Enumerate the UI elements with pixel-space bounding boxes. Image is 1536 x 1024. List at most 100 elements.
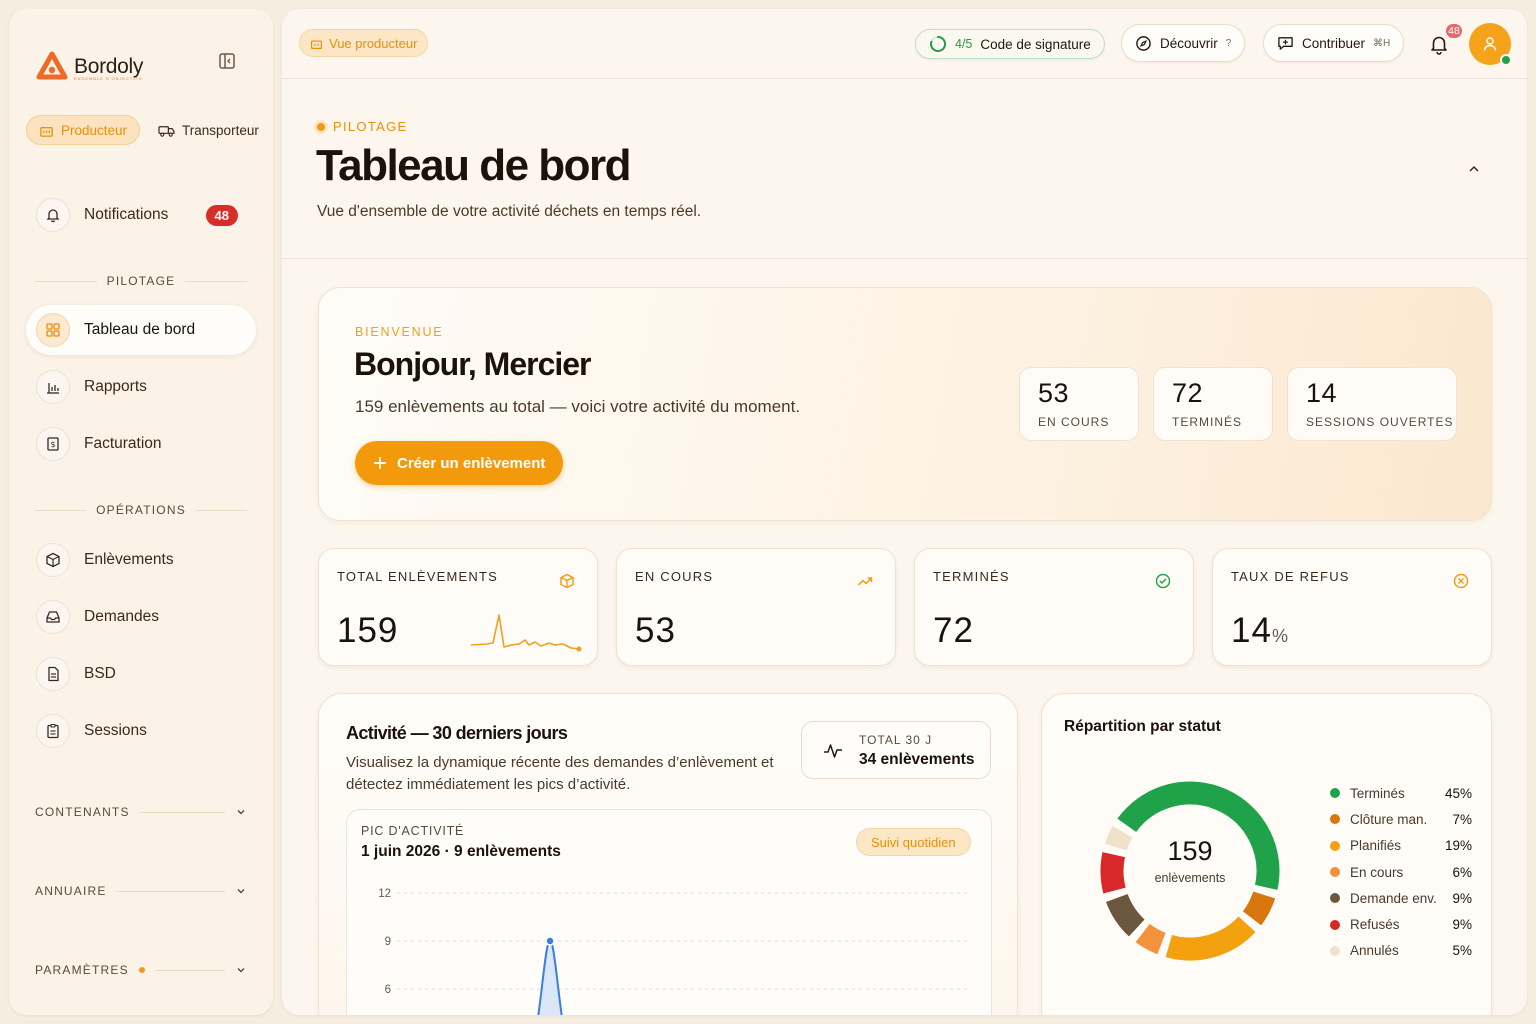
brand-logo[interactable]: Bordoly ENSEMBLE D'OBJECTIFS — [36, 51, 143, 83]
kpi-value: 159 — [337, 611, 399, 650]
legend-swatch — [1330, 788, 1340, 799]
sidebar-item-label: Notifications — [84, 206, 169, 223]
donut-slice[interactable] — [1134, 922, 1167, 956]
inbox-icon — [36, 600, 70, 634]
sidebar-item-tableau-de-bord[interactable]: Tableau de bord — [26, 305, 256, 355]
kpi-label: TERMINÉS — [933, 569, 1010, 584]
legend-item[interactable]: Terminés 45% — [1330, 780, 1472, 806]
main-panel: Vue producteur 4/5 Code de signature Déc… — [282, 9, 1527, 1015]
invoice-icon: $ — [36, 427, 70, 461]
section-annuaire-toggle[interactable]: ANNUAIRE — [35, 884, 247, 898]
contribute-shortcut: ⌘H — [1373, 37, 1391, 49]
kpi-value: 53 — [635, 611, 676, 650]
legend-percent: 9% — [1452, 917, 1472, 933]
chevron-down-icon — [237, 968, 245, 973]
activity-pulse-icon — [824, 744, 842, 758]
legend-percent: 5% — [1452, 943, 1472, 959]
daily-tracking-badge[interactable]: Suivi quotidien — [856, 828, 971, 856]
sidebar-item-rapports[interactable]: Rapports — [26, 362, 256, 412]
page-eyebrow: PILOTAGE — [317, 119, 407, 134]
collapse-sidebar-icon[interactable] — [217, 51, 237, 71]
donut-slice[interactable] — [1241, 890, 1277, 927]
notifications-count-badge: 48 — [205, 204, 238, 226]
legend-label: Refusés — [1350, 917, 1400, 933]
section-title: PARAMÈTRES — [35, 963, 129, 977]
sidebar-item-demandes[interactable]: Demandes — [26, 592, 256, 642]
legend-swatch — [1330, 893, 1340, 904]
legend-item[interactable]: Annulés 5% — [1330, 938, 1472, 964]
signature-code-button[interactable]: 4/5 Code de signature — [915, 29, 1105, 59]
svg-text:$: $ — [50, 440, 55, 449]
sidebar-item-facturation[interactable]: $ Facturation — [26, 419, 256, 469]
kpi-total-enlevements[interactable]: TOTAL ENLÈVEMENTS 159 — [318, 548, 598, 666]
message-plus-icon — [1278, 36, 1293, 50]
truck-icon — [158, 125, 175, 137]
sidebar-item-label: Tableau de bord — [84, 321, 196, 338]
page-header: PILOTAGE Tableau de bord Vue d'ensemble … — [282, 79, 1527, 259]
progress-ring-icon — [930, 35, 947, 52]
contribute-button[interactable]: Contribuer ⌘H — [1263, 24, 1405, 62]
legend-swatch — [1330, 814, 1340, 825]
check-circle-icon — [1155, 573, 1171, 589]
role-producteur-button[interactable]: Producteur — [26, 115, 141, 145]
legend-item[interactable]: Clôture man. 7% — [1330, 806, 1472, 832]
legend-label: Annulés — [1350, 943, 1399, 959]
role-transporteur-button[interactable]: Transporteur — [154, 115, 263, 145]
legend-item[interactable]: Demande env. 9% — [1330, 885, 1472, 911]
section-contenants-toggle[interactable]: CONTENANTS — [35, 805, 247, 819]
bell-count-badge: 48 — [1444, 22, 1464, 40]
sidebar-item-label: Facturation — [84, 435, 162, 452]
sidebar-item-label: Sessions — [84, 722, 147, 739]
legend-percent: 6% — [1452, 864, 1472, 880]
donut-slice[interactable] — [1164, 915, 1257, 962]
page-subtitle: Vue d'ensemble de votre activité déchets… — [317, 203, 702, 220]
chevron-down-icon — [237, 889, 245, 894]
activity-description: Visualisez la dynamique récente des dema… — [346, 754, 774, 793]
sidebar-item-enlevements[interactable]: Enlèvements — [26, 535, 256, 585]
factory-icon — [40, 126, 53, 137]
legend-item[interactable]: Planifiés 19% — [1330, 833, 1472, 859]
view-mode-badge[interactable]: Vue producteur — [299, 29, 429, 57]
legend-item[interactable]: En cours 6% — [1330, 859, 1472, 885]
y-tick-label: 12 — [378, 888, 391, 900]
donut-center: 159 enlèvements — [1090, 836, 1290, 885]
sidebar-item-label: BSD — [84, 665, 116, 682]
legend-swatch — [1330, 919, 1340, 930]
peak-label: PIC D'ACTIVITÉ — [361, 824, 465, 838]
topbar: Vue producteur 4/5 Code de signature Déc… — [282, 9, 1527, 79]
sidebar: Bordoly ENSEMBLE D'OBJECTIFS Producteur … — [9, 9, 273, 1015]
section-parametres-toggle[interactable]: PARAMÈTRES — [35, 963, 247, 977]
x-circle-icon — [1453, 573, 1469, 589]
discover-button[interactable]: Découvrir ? — [1121, 24, 1246, 62]
logo-mark-icon — [36, 51, 68, 80]
legend-label: Terminés — [1350, 785, 1405, 801]
kpi-label: EN COURS — [635, 569, 714, 584]
peak-point[interactable] — [545, 936, 555, 946]
activity-total-box: TOTAL 30 J 34 enlèvements — [801, 721, 991, 779]
section-title: PILOTAGE — [106, 274, 176, 288]
status-title: Répartition par statut — [1064, 718, 1221, 735]
status-breakdown-card: Répartition par statut 159 enlèvements T… — [1041, 693, 1492, 1015]
status-legend: Terminés 45% Clôture man. 7% Planifiés 19% En … — [1330, 780, 1472, 964]
role-transporteur-label: Transporteur — [182, 122, 259, 138]
donut-slice[interactable] — [1104, 892, 1146, 938]
sidebar-item-sessions[interactable]: Sessions — [26, 706, 256, 756]
sidebar-item-label: Enlèvements — [84, 551, 174, 568]
create-pickup-button[interactable]: Créer un enlèvement — [355, 441, 564, 485]
kpi-taux-refus[interactable]: TAUX DE REFUS 14% — [1212, 548, 1492, 666]
bar-chart-icon — [36, 370, 70, 404]
welcome-title: Bonjour, Mercier — [354, 346, 591, 382]
legend-percent: 45% — [1444, 785, 1472, 801]
kpi-value: 72 — [933, 611, 974, 650]
sidebar-item-bsd[interactable]: BSD — [26, 649, 256, 699]
sidebar-item-label: Rapports — [84, 378, 147, 395]
sidebar-item-notifications[interactable]: Notifications 48 — [26, 190, 256, 240]
plus-icon — [374, 457, 386, 469]
chevron-up-icon[interactable] — [1466, 161, 1482, 177]
document-icon — [36, 657, 70, 691]
sidebar-item-label: Demandes — [84, 608, 159, 625]
brand-tagline: ENSEMBLE D'OBJECTIFS — [74, 76, 143, 81]
kpi-en-cours[interactable]: EN COURS 53 — [616, 548, 896, 666]
kpi-termines[interactable]: TERMINÉS 72 — [914, 548, 1194, 666]
legend-item[interactable]: Refusés 9% — [1330, 911, 1472, 937]
